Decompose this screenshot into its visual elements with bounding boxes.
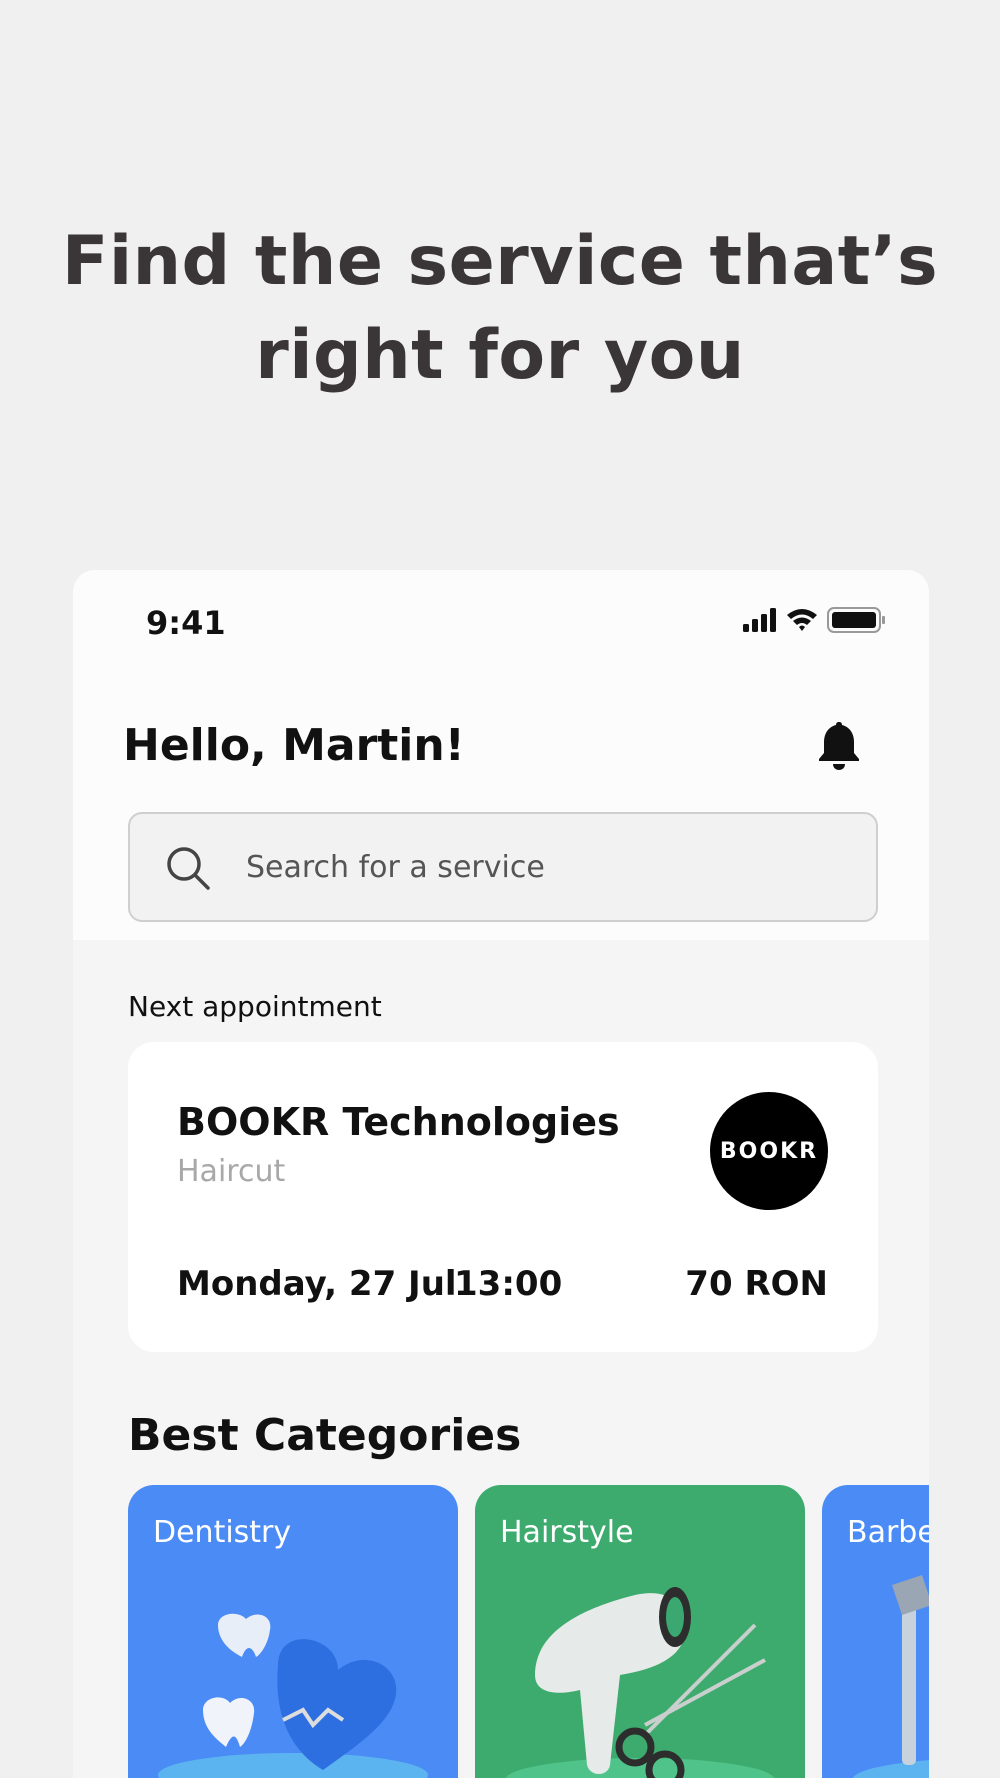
hero-heading: Find the service that’s right for you — [0, 215, 1000, 403]
phone-screen: 9:41 Hello, Martin! Next appointment — [73, 570, 929, 1778]
appointment-time: 13:00 — [454, 1264, 563, 1304]
bell-icon[interactable] — [817, 720, 861, 772]
company-logo: BOOKR — [710, 1092, 828, 1210]
greeting: Hello, Martin! — [123, 720, 465, 771]
categories-title: Best Categories — [128, 1410, 522, 1461]
search-icon — [167, 847, 210, 890]
company-logo-text: BOOKR — [719, 1138, 819, 1164]
appointment-price: 70 RON — [685, 1264, 828, 1304]
status-time: 9:41 — [146, 604, 226, 642]
signal-icon — [743, 608, 776, 632]
category-label: Dentistry — [153, 1515, 292, 1550]
battery-icon — [827, 607, 885, 633]
search-bar[interactable] — [128, 812, 878, 922]
appointment-company: BOOKR Technologies — [177, 1100, 620, 1144]
appointment-card[interactable]: BOOKR Technologies Haircut BOOKR Monday,… — [128, 1042, 878, 1352]
category-label: Hairstyle — [500, 1515, 634, 1550]
appointment-service: Haircut — [177, 1154, 286, 1189]
category-tile-dentistry[interactable]: Dentistry — [128, 1485, 458, 1778]
hero-line-1: Find the service that’s — [61, 222, 939, 301]
next-appointment-label: Next appointment — [128, 990, 382, 1023]
wifi-icon — [787, 609, 817, 631]
status-icons — [743, 607, 885, 633]
category-label: Barbe — [847, 1515, 929, 1550]
category-tile-hairstyle[interactable]: Hairstyle — [475, 1485, 805, 1778]
search-input[interactable] — [246, 814, 846, 920]
category-tile-barber[interactable]: Barbe — [822, 1485, 929, 1778]
hero-line-2: right for you — [255, 316, 745, 395]
appointment-date: Monday, 27 Jul — [177, 1264, 457, 1304]
